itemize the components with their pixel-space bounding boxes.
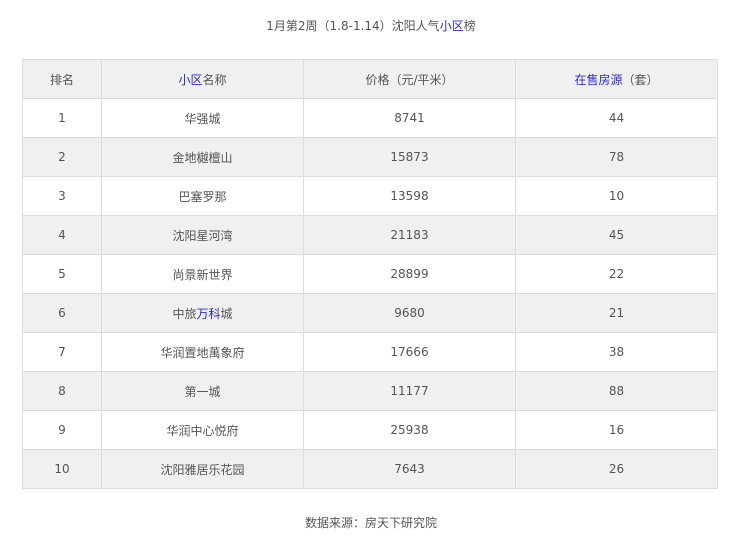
cell-rank: 9 <box>22 410 102 450</box>
cell-price: 11177 <box>303 371 516 411</box>
community-name-suffix: 城 <box>220 306 233 321</box>
header-listings-link[interactable]: 在售房源 <box>574 73 622 87</box>
table-row: 1 华强城 8741 44 <box>22 98 718 138</box>
cell-listings: 21 <box>515 293 718 333</box>
cell-rank: 3 <box>22 176 102 216</box>
cell-price: 8741 <box>303 98 516 138</box>
header-rank: 排名 <box>22 59 102 99</box>
cell-community: 华润置地萬象府 <box>101 332 304 372</box>
table-row: 4 沈阳星河湾 21183 45 <box>22 215 718 255</box>
cell-rank: 6 <box>22 293 102 333</box>
cell-price: 13598 <box>303 176 516 216</box>
header-listings-rest: （套） <box>622 72 659 87</box>
cell-community: 第一城 <box>101 371 304 411</box>
table-row: 5 尚景新世界 28899 22 <box>22 254 718 294</box>
cell-community: 金地樾檀山 <box>101 137 304 177</box>
cell-listings: 38 <box>515 332 718 372</box>
cell-listings: 88 <box>515 371 718 411</box>
cell-community: 华强城 <box>101 98 304 138</box>
cell-listings: 10 <box>515 176 718 216</box>
ranking-table: 排名 小区名称 价格（元/平米） 在售房源（套） 1 华强城 8741 44 2… <box>22 59 718 489</box>
header-name-rest: 名称 <box>202 72 227 87</box>
table-row: 2 金地樾檀山 15873 78 <box>22 137 718 177</box>
cell-community: 中旅万科城 <box>101 293 304 333</box>
cell-listings: 22 <box>515 254 718 294</box>
table-row: 8 第一城 11177 88 <box>22 371 718 411</box>
table-header: 排名 小区名称 价格（元/平米） 在售房源（套） <box>22 59 718 99</box>
cell-price: 28899 <box>303 254 516 294</box>
community-name-prefix: 中旅 <box>172 306 197 321</box>
cell-community: 沈阳星河湾 <box>101 215 304 255</box>
table-row: 10 沈阳雅居乐花园 7643 26 <box>22 449 718 489</box>
cell-listings: 16 <box>515 410 718 450</box>
cell-rank: 4 <box>22 215 102 255</box>
caption-suffix: 榜 <box>463 19 476 33</box>
cell-price: 25938 <box>303 410 516 450</box>
header-community-link[interactable]: 小区 <box>178 73 202 87</box>
table-row: 6 中旅万科城 9680 21 <box>22 293 718 333</box>
cell-listings: 44 <box>515 98 718 138</box>
cell-listings: 45 <box>515 215 718 255</box>
cell-rank: 7 <box>22 332 102 372</box>
vanke-link[interactable]: 万科 <box>196 307 220 321</box>
caption-prefix: 1月第2周（1.8-1.14）沈阳人气 <box>266 19 440 33</box>
cell-rank: 1 <box>22 98 102 138</box>
cell-price: 7643 <box>303 449 516 489</box>
header-name: 小区名称 <box>101 59 304 99</box>
cell-listings: 78 <box>515 137 718 177</box>
cell-rank: 8 <box>22 371 102 411</box>
data-source-note: 数据来源：房天下研究院 <box>304 516 437 530</box>
cell-price: 15873 <box>303 137 516 177</box>
table-body: 1 华强城 8741 44 2 金地樾檀山 15873 78 3 巴塞罗那 13… <box>22 98 718 489</box>
cell-community: 尚景新世界 <box>101 254 304 294</box>
cell-rank: 5 <box>22 254 102 294</box>
header-row: 排名 小区名称 价格（元/平米） 在售房源（套） <box>22 59 718 99</box>
cell-price: 21183 <box>303 215 516 255</box>
cell-listings: 26 <box>515 449 718 489</box>
table-row: 7 华润置地萬象府 17666 38 <box>22 332 718 372</box>
cell-community: 巴塞罗那 <box>101 176 304 216</box>
cell-community: 沈阳雅居乐花园 <box>101 449 304 489</box>
table-row: 3 巴塞罗那 13598 10 <box>22 176 718 216</box>
cell-price: 9680 <box>303 293 516 333</box>
header-price: 价格（元/平米） <box>303 59 516 99</box>
table-caption: 1月第2周（1.8-1.14）沈阳人气小区榜 <box>0 17 742 34</box>
cell-rank: 2 <box>22 137 102 177</box>
cell-price: 17666 <box>303 332 516 372</box>
table-row: 9 华润中心悦府 25938 16 <box>22 410 718 450</box>
cell-rank: 10 <box>22 449 102 489</box>
caption-community-link[interactable]: 小区 <box>440 19 464 33</box>
cell-community: 华润中心悦府 <box>101 410 304 450</box>
header-listings: 在售房源（套） <box>515 59 718 99</box>
